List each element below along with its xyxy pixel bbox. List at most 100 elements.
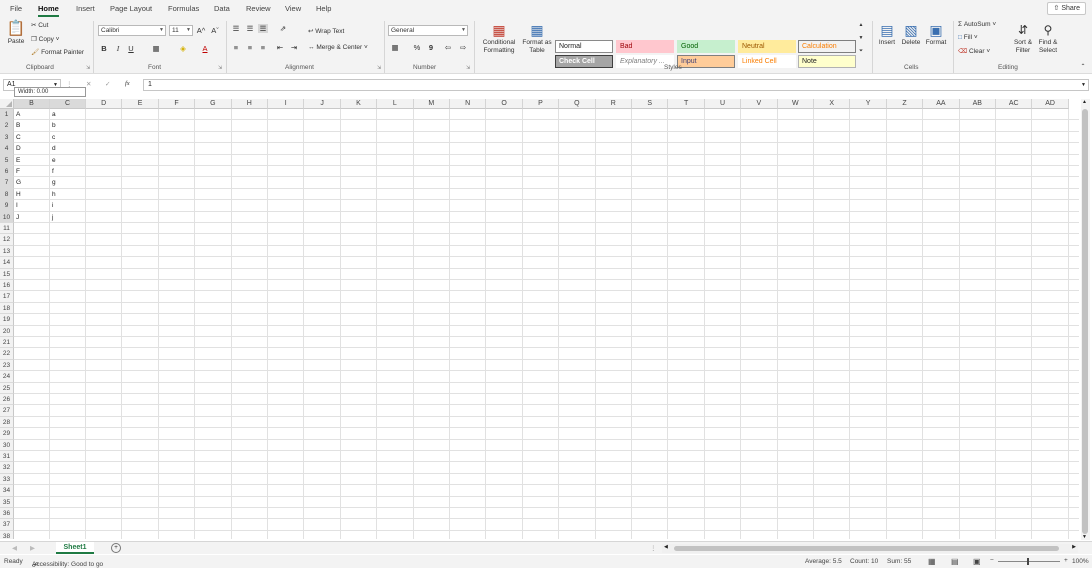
formula-input[interactable]: 1 ▼	[143, 79, 1089, 91]
row-header-16[interactable]: 16	[0, 280, 14, 292]
font-color-icon[interactable]: A	[200, 44, 210, 53]
column-header-z[interactable]: Z	[886, 99, 924, 109]
column-header-s[interactable]: S	[632, 99, 669, 109]
collapse-ribbon-icon[interactable]: ⌃	[1078, 63, 1088, 72]
column-header-ac[interactable]: AC	[996, 99, 1033, 109]
column-header-e[interactable]: E	[122, 99, 159, 109]
gallery-down-icon[interactable]: ▼	[856, 34, 866, 43]
align-center-icon[interactable]: ≡	[245, 43, 255, 52]
page-layout-view-icon[interactable]: ▤	[951, 557, 959, 566]
prev-sheet-icon[interactable]: ◀	[12, 544, 17, 552]
row-header-5[interactable]: 5	[0, 154, 14, 166]
row-header-4[interactable]: 4	[0, 143, 14, 155]
row-header-34[interactable]: 34	[0, 485, 14, 497]
row-header-18[interactable]: 18	[0, 302, 14, 315]
vertical-scrollbar[interactable]: ▲ ▼	[1081, 99, 1090, 540]
accounting-format-icon[interactable]: ▦	[390, 43, 400, 52]
cell-b9[interactable]: I	[14, 200, 50, 211]
column-header-g[interactable]: G	[195, 99, 232, 109]
row-header-6[interactable]: 6	[0, 166, 14, 178]
fill-color-icon[interactable]: ◈	[178, 44, 188, 53]
copy-button[interactable]: ❐ Copy ˅	[31, 35, 59, 43]
comma-style-button[interactable]: 9	[426, 43, 436, 52]
sheet-tab-sheet1[interactable]: Sheet1	[56, 542, 94, 554]
select-all-button[interactable]	[0, 99, 14, 109]
cell-style-bad[interactable]: Bad	[616, 40, 674, 53]
column-header-r[interactable]: R	[595, 99, 632, 109]
row-header-32[interactable]: 32	[0, 462, 14, 474]
row-header-22[interactable]: 22	[0, 348, 14, 360]
sort-filter-button[interactable]: ⇵ Sort & Filter	[1012, 21, 1034, 55]
row-header-23[interactable]: 23	[0, 359, 14, 372]
column-header-d[interactable]: D	[86, 99, 123, 109]
page-break-view-icon[interactable]: ▣	[973, 557, 981, 566]
row-header-27[interactable]: 27	[0, 405, 14, 417]
insert-cells-button[interactable]: ▤ Insert	[876, 21, 898, 47]
percent-style-button[interactable]: %	[412, 43, 422, 52]
zoom-level[interactable]: 100%	[1072, 558, 1089, 565]
tab-file[interactable]: File	[10, 4, 22, 13]
row-header-10[interactable]: 10	[0, 211, 14, 223]
tab-formulas[interactable]: Formulas	[168, 4, 199, 13]
decrease-indent-icon[interactable]: ⇤	[275, 43, 285, 52]
clear-button[interactable]: ⌫ Clear ˅	[958, 47, 990, 55]
row-header-37[interactable]: 37	[0, 519, 14, 531]
column-header-h[interactable]: H	[231, 99, 268, 109]
column-header-ab[interactable]: AB	[959, 99, 996, 109]
column-header-l[interactable]: L	[377, 99, 414, 109]
row-header-29[interactable]: 29	[0, 428, 14, 440]
add-sheet-button[interactable]: +	[111, 543, 121, 553]
cell-c9[interactable]: i	[50, 200, 86, 211]
column-header-i[interactable]: I	[268, 99, 305, 109]
autosum-button[interactable]: Σ AutoSum ˅	[958, 21, 996, 28]
scroll-down-icon[interactable]: ▼	[1082, 534, 1087, 540]
cell-style-calculation[interactable]: Calculation	[798, 40, 856, 53]
tab-home[interactable]: Home	[38, 4, 59, 17]
format-as-table-button[interactable]: ▦ Format as Table	[521, 21, 553, 55]
bold-button[interactable]: B	[99, 44, 109, 53]
align-right-icon[interactable]: ≡	[258, 43, 268, 52]
wrap-text-button[interactable]: ↩ Wrap Text	[308, 27, 344, 35]
align-middle-icon[interactable]: ☰	[245, 24, 255, 33]
fill-button[interactable]: □ Fill ˅	[958, 34, 978, 41]
row-header-24[interactable]: 24	[0, 371, 14, 383]
cell-c6[interactable]: f	[50, 166, 86, 177]
row-header-35[interactable]: 35	[0, 496, 14, 508]
paste-button[interactable]: 📋 Paste	[6, 20, 26, 46]
row-header-21[interactable]: 21	[0, 337, 14, 349]
tab-page-layout[interactable]: Page Layout	[110, 4, 152, 13]
cell-style-input[interactable]: Input	[677, 55, 735, 68]
tab-data[interactable]: Data	[214, 4, 230, 13]
align-bottom-icon[interactable]: ☰	[258, 24, 268, 33]
column-header-n[interactable]: N	[450, 99, 487, 109]
column-header-j[interactable]: J	[304, 99, 341, 109]
column-header-k[interactable]: K	[340, 99, 378, 109]
cell-style-good[interactable]: Good	[677, 40, 735, 53]
cell-style-normal[interactable]: Normal	[555, 40, 613, 53]
column-header-x[interactable]: X	[814, 99, 851, 109]
cell-c5[interactable]: e	[50, 155, 86, 166]
vertical-scroll-thumb[interactable]	[1082, 109, 1088, 534]
row-header-8[interactable]: 8	[0, 188, 14, 201]
column-header-f[interactable]: F	[158, 99, 196, 109]
row-header-7[interactable]: 7	[0, 177, 14, 189]
column-header-ad[interactable]: AD	[1032, 99, 1069, 109]
cancel-icon[interactable]: ✕	[86, 80, 91, 88]
row-header-26[interactable]: 26	[0, 394, 14, 406]
column-header-q[interactable]: Q	[559, 99, 596, 109]
insert-function-icon[interactable]: fx	[125, 80, 130, 87]
cell-c7[interactable]: g	[50, 177, 86, 188]
zoom-slider[interactable]	[998, 561, 1060, 562]
cut-button[interactable]: ✂ Cut	[31, 21, 48, 29]
number-format-dropdown[interactable]: General ▼	[388, 25, 468, 36]
cell-b4[interactable]: D	[14, 143, 50, 154]
format-cells-button[interactable]: ▣ Format	[924, 21, 948, 47]
row-header-2[interactable]: 2	[0, 120, 14, 132]
next-sheet-icon[interactable]: ▶	[30, 544, 35, 552]
enter-icon[interactable]: ✓	[105, 80, 110, 88]
cell-b1[interactable]: A	[14, 109, 50, 120]
cell-b2[interactable]: B	[14, 120, 50, 131]
zoom-in-button[interactable]: +	[1064, 557, 1068, 564]
row-header-17[interactable]: 17	[0, 291, 14, 303]
cell-c8[interactable]: h	[50, 189, 86, 200]
